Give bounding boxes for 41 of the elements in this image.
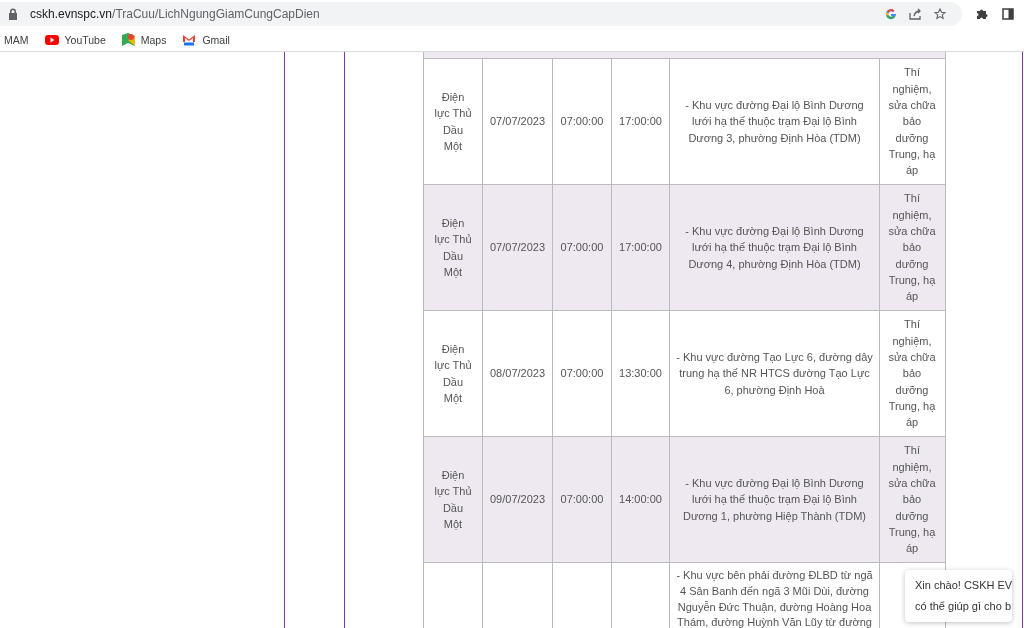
table-cell-text: - Khu vực đường Tạo Lực 6, đường dây trung hạ thế NR HTCS đường Tạo Lực 6, phường Định Hoà: [675, 350, 874, 398]
table-cell-text: - Khu vực đường Đại lộ Bình Dương lưới hạ thế thuộc trạm Đại lộ Bình Dương 1, phường Hiệp Thành (TDM): [682, 476, 867, 524]
star-icon[interactable]: [934, 8, 946, 20]
table-cell-text: 17:00:00: [619, 240, 662, 256]
table-cell-text: 07:00:00: [560, 492, 604, 508]
side-panel-icon[interactable]: [1002, 8, 1014, 20]
table-cell-text: Điện lực Thủ Dầu Một: [434, 341, 472, 406]
table-cell-text: 07:00:00: [560, 240, 604, 256]
bookmark[interactable]: Gmail: [182, 33, 230, 46]
mail-icon: [182, 33, 197, 46]
table-cell-text: 14:00:00: [619, 492, 662, 508]
bookmark[interactable]: MAM: [4, 33, 29, 46]
google-icon[interactable]: [885, 8, 897, 20]
chat-bubble[interactable]: Xin chào! CSKH EV có thể giúp gì cho b: [905, 570, 1013, 622]
table-cell-text: - Khu vực đường Đại lộ Bình Dương lưới hạ thế thuộc trạm Đại lộ Bình Dương 4, phường Định Hòa (TDM): [684, 224, 865, 272]
table-cell-text: 07:00:00: [560, 366, 604, 382]
table-cell-text: Thí nghiệm, sửa chữa bảo dưỡng Trung, hạ áp: [887, 191, 937, 305]
share-icon[interactable]: [909, 8, 922, 20]
table-cell-text: 09/07/2023: [489, 492, 546, 508]
table-cell-text: 07/07/2023: [489, 240, 546, 256]
table-cell-text: - Khu vực đường Đại lộ Bình Dương lưới hạ thế thuộc trạm Đại lộ Bình Dương 3, phường Định Hòa (TDM): [684, 98, 865, 146]
play-icon: [44, 34, 59, 45]
url-text: cskh.evnspc.vn/TraCuu/LichNgungGiamCungCapDien: [30, 7, 320, 21]
table-cell-text: Điện lực Thủ Dầu Một: [434, 467, 472, 532]
bookmark[interactable]: Maps: [121, 33, 167, 46]
table-cell-text: Thí nghiệm, sửa chữa bảo dưỡng Trung, hạ áp: [887, 443, 937, 557]
table-cell-text: 17:00:00: [619, 114, 662, 130]
table-cell-text: 07/07/2023: [489, 114, 546, 130]
table-cell-text: 13:30:00: [619, 366, 662, 382]
table-cell-text: Điện lực Thủ Dầu Một: [434, 215, 472, 280]
table-cell-text: 07:00:00: [560, 114, 604, 130]
puzzle-icon[interactable]: [976, 8, 988, 20]
table-cell-text: 08/07/2023: [489, 366, 546, 382]
map-pin-icon: [121, 33, 135, 46]
table-cell: - Khu vực bên phải đường ĐLBD từ ngã 4 Sân Banh đến ngã 3 Mũi Dùi, đường Nguyễn Đức Thuận, đường Hoàng Hoa Thám, đường Huỳnh Văn Lũy từ đường: [675, 568, 874, 628]
address-bar[interactable]: cskh.evnspc.vn/TraCuu/LichNgungGiamCungCapDien: [0, 2, 962, 26]
bookmark[interactable]: YouTube: [44, 33, 106, 46]
table-cell-text: Thí nghiệm, sửa chữa bảo dưỡng Trung, hạ áp: [887, 317, 937, 431]
table-cell-text: Điện lực Thủ Dầu Một: [434, 89, 472, 154]
lock-icon: [8, 8, 18, 20]
table-cell-text: Thí nghiệm, sửa chữa bảo dưỡng Trung, hạ áp: [887, 65, 937, 179]
